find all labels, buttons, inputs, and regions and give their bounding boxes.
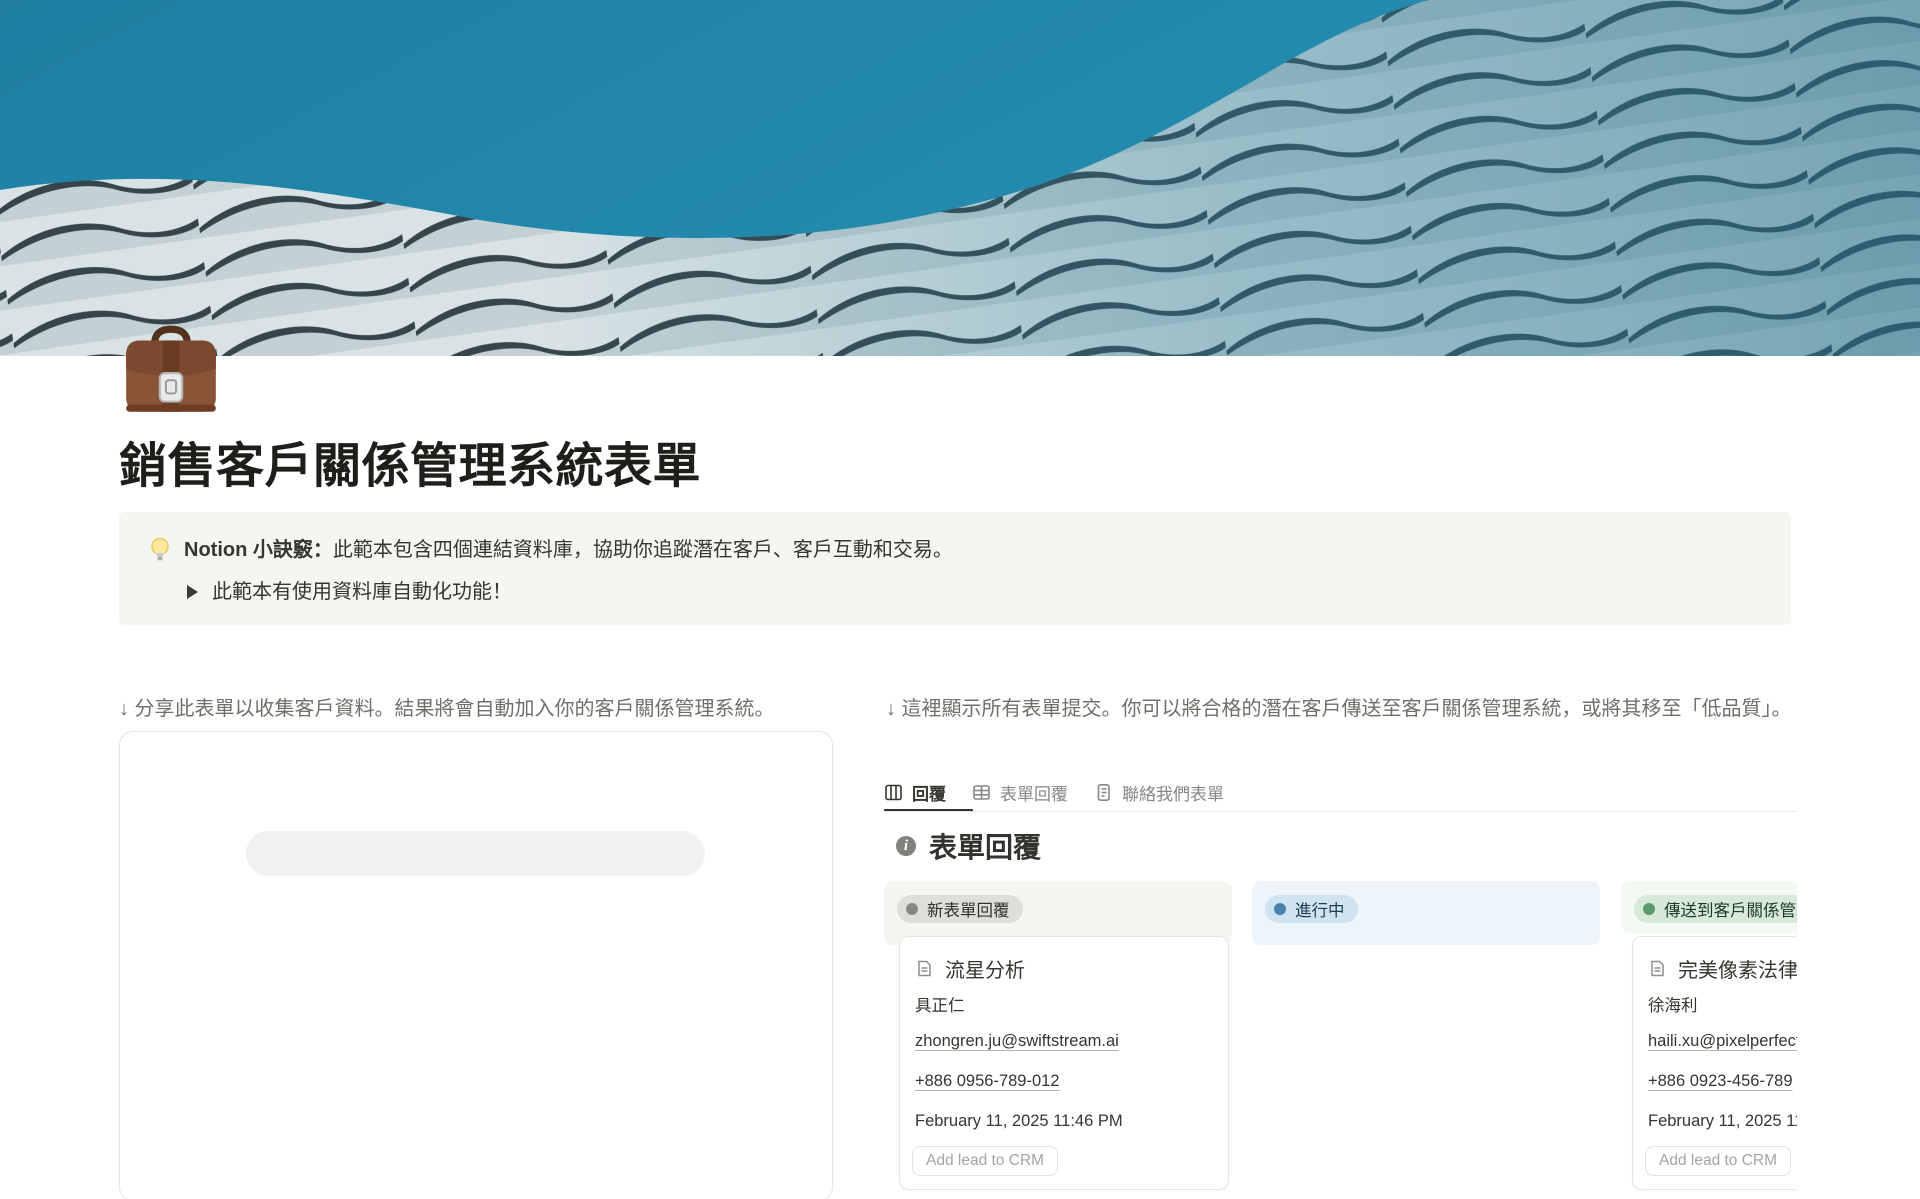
page-icon-briefcase[interactable] bbox=[118, 316, 224, 422]
tabs-divider bbox=[884, 811, 1797, 812]
tab-label: 聯絡我們表單 bbox=[1122, 780, 1224, 805]
table-view-icon bbox=[972, 783, 991, 802]
right-column-instruction: ↓ 這裡顯示所有表單提交。你可以將合格的潛在客戶傳送至客戶關係管理系統，或將其移… bbox=[886, 694, 1794, 725]
card-email-link[interactable]: zhongren.ju@swiftstream.ai bbox=[915, 1032, 1119, 1051]
tab-responses-board[interactable]: 回覆 bbox=[884, 780, 946, 805]
cover-photo-illustration bbox=[0, 0, 1920, 356]
group-badge-label: 進行中 bbox=[1295, 897, 1345, 921]
card-email-link[interactable]: haili.xu@pixelperfect.l bbox=[1648, 1032, 1797, 1051]
status-dot-blue bbox=[1274, 903, 1286, 915]
database-view-tabs: 回覆 表單回覆 聯絡我們表單 bbox=[884, 780, 1224, 805]
group-badge-sent-to-crm[interactable]: 傳送到客戶關係管理 bbox=[1634, 895, 1797, 923]
callout-bold-text: Notion 小訣竅： bbox=[184, 539, 333, 561]
group-badge-new-responses[interactable]: 新表單回覆 bbox=[897, 895, 1023, 923]
callout-text-row: Notion 小訣竅：此範本包含四個連結資料庫，協助你追蹤潛在客戶、客戶互動和交… bbox=[148, 536, 953, 564]
callout-regular-text: 此範本包含四個連結資料庫，協助你追蹤潛在客戶、客戶互動和交易。 bbox=[333, 539, 953, 561]
page-doc-icon bbox=[915, 959, 934, 978]
toggle-arrow-icon[interactable] bbox=[187, 585, 198, 599]
add-lead-to-crm-button[interactable]: Add lead to CRM bbox=[912, 1146, 1058, 1176]
card-phone-link[interactable]: +886 0923-456-789 bbox=[1648, 1072, 1793, 1091]
tab-contact-us-form[interactable]: 聯絡我們表單 bbox=[1094, 780, 1224, 805]
lead-card[interactable]: 流星分析 具正仁 zhongren.ju@swiftstream.ai +886… bbox=[899, 936, 1229, 1190]
database-title: 表單回覆 bbox=[929, 826, 1041, 866]
database-heading: i 表單回覆 bbox=[896, 826, 1041, 866]
group-badge-label: 傳送到客戶關係管理 bbox=[1664, 897, 1797, 921]
status-dot-gray bbox=[906, 903, 918, 915]
toggle-label: 此範本有使用資料庫自動化功能！ bbox=[212, 578, 512, 606]
tab-label: 表單回覆 bbox=[1000, 780, 1068, 805]
add-lead-to-crm-button[interactable]: Add lead to CRM bbox=[1645, 1146, 1791, 1176]
form-embed-placeholder bbox=[119, 731, 833, 1199]
briefcase-icon bbox=[118, 316, 224, 422]
board-view-icon bbox=[884, 783, 903, 802]
card-contact-name: 徐海利 bbox=[1648, 992, 1698, 1016]
board-view: 新表單回覆 流星分析 具正仁 zhongren.ju@swiftstream.a… bbox=[884, 881, 1797, 1199]
tab-form-responses-table[interactable]: 表單回覆 bbox=[972, 780, 1068, 805]
card-header: 完美像素法律事 bbox=[1648, 954, 1797, 983]
card-header: 流星分析 bbox=[915, 954, 1025, 983]
lightbulb-icon bbox=[148, 537, 172, 563]
card-contact-name: 具正仁 bbox=[915, 992, 965, 1016]
page-doc-icon bbox=[1648, 959, 1667, 978]
group-badge-in-progress[interactable]: 進行中 bbox=[1265, 895, 1358, 923]
info-icon: i bbox=[896, 836, 916, 856]
form-view-icon bbox=[1094, 783, 1113, 802]
page-cover-image bbox=[0, 0, 1920, 356]
tab-label: 回覆 bbox=[912, 780, 946, 805]
card-phone-link[interactable]: +886 0956-789-012 bbox=[915, 1072, 1060, 1091]
lead-card[interactable]: 完美像素法律事 徐海利 haili.xu@pixelperfect.l +886… bbox=[1632, 936, 1797, 1190]
status-dot-green bbox=[1643, 903, 1655, 915]
notion-tip-callout: Notion 小訣竅：此範本包含四個連結資料庫，協助你追蹤潛在客戶、客戶互動和交… bbox=[119, 512, 1791, 625]
left-column-instruction: ↓ 分享此表單以收集客戶資料。結果將會自動加入你的客戶關係管理系統。 bbox=[119, 694, 835, 725]
group-badge-label: 新表單回覆 bbox=[927, 897, 1010, 921]
callout-toggle[interactable]: 此範本有使用資料庫自動化功能！ bbox=[187, 578, 512, 606]
card-date: February 11, 2025 11:4 bbox=[1648, 1112, 1797, 1131]
page-title: 銷售客戶關係管理系統表單 bbox=[119, 426, 1519, 496]
card-title: 完美像素法律事 bbox=[1678, 954, 1797, 983]
callout-text: Notion 小訣竅：此範本包含四個連結資料庫，協助你追蹤潛在客戶、客戶互動和交… bbox=[184, 536, 953, 564]
loading-skeleton-bar bbox=[246, 831, 705, 876]
notion-page: 銷售客戶關係管理系統表單 Notion 小訣竅：此範本包含四個連結資料庫，協助你… bbox=[0, 0, 1920, 1199]
card-title: 流星分析 bbox=[945, 954, 1025, 983]
card-date: February 11, 2025 11:46 PM bbox=[915, 1112, 1123, 1131]
